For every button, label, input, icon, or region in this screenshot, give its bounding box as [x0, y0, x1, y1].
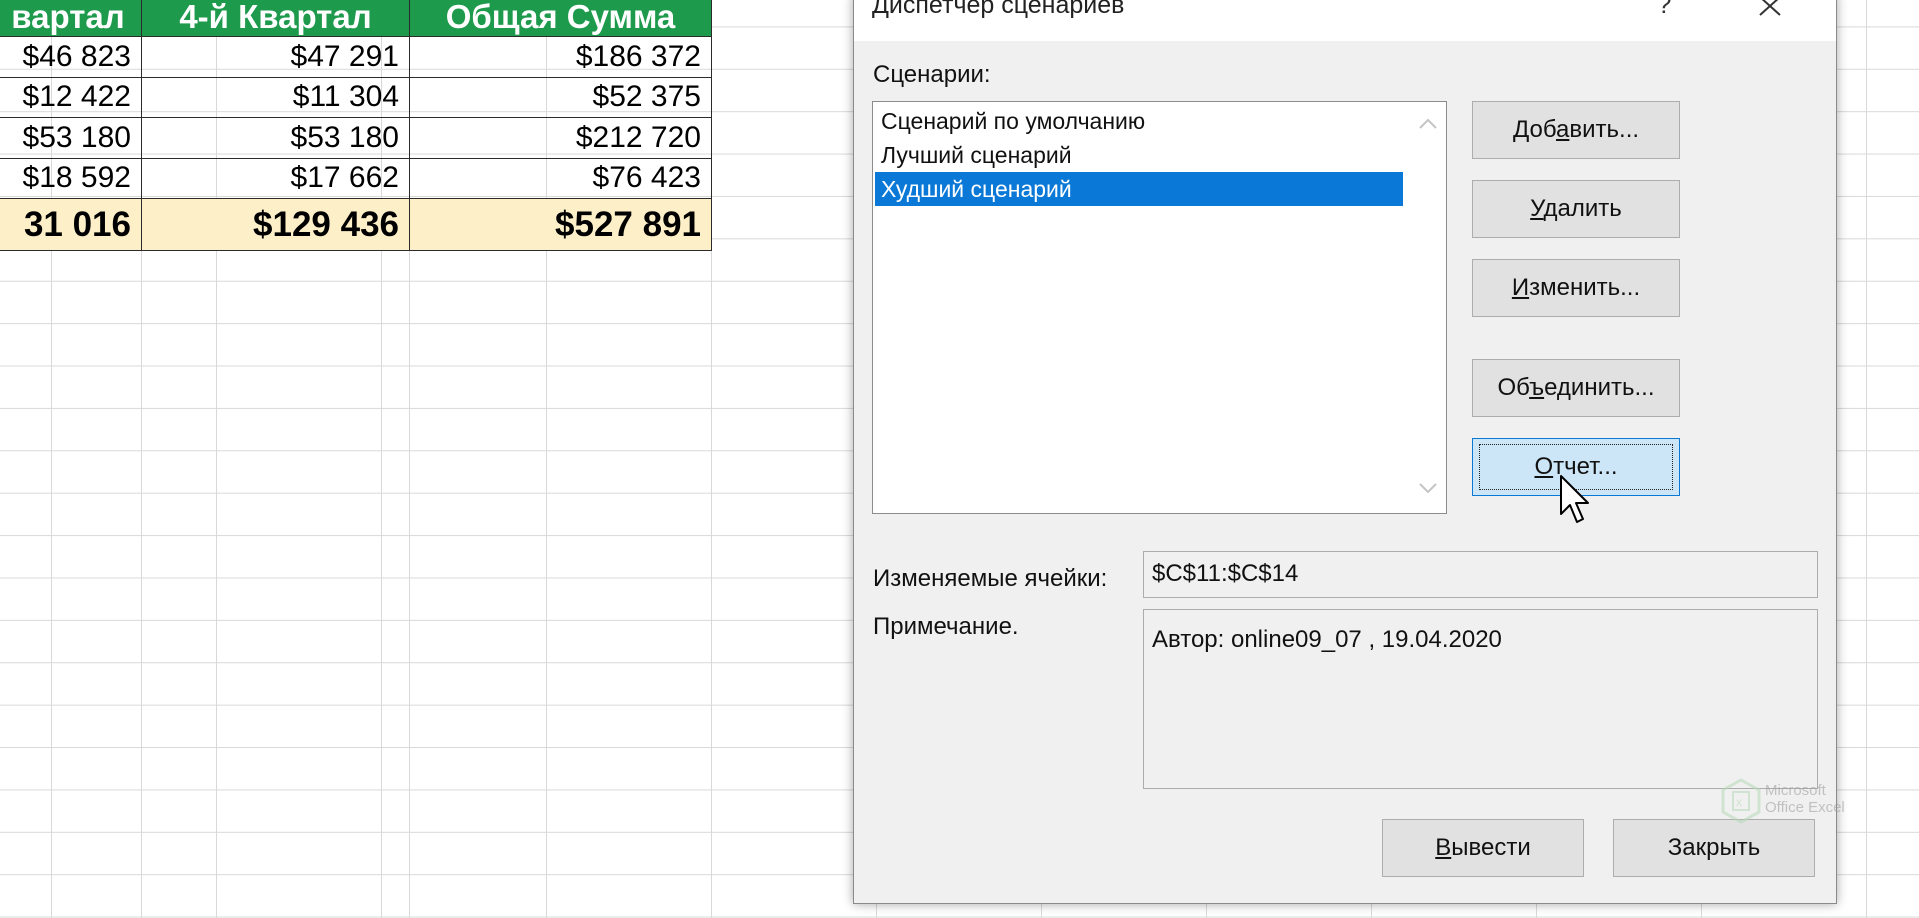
header-row: вартал 4-й Квартал Общая Сумма: [0, 0, 712, 37]
scroll-up-icon[interactable]: [1416, 114, 1440, 134]
data-table: вартал 4-й Квартал Общая Сумма $46 823 $…: [0, 0, 712, 251]
svg-text:x: x: [1736, 795, 1742, 809]
cell[interactable]: $52 375: [409, 76, 712, 118]
merge-button[interactable]: Объединить...: [1472, 359, 1680, 417]
changing-cells-label: Изменяемые ячейки:: [873, 565, 1108, 592]
cell[interactable]: $46 823: [0, 36, 142, 78]
watermark-text: Microsoft Office Excel: [1765, 782, 1845, 816]
list-item-selected[interactable]: Худший сценарий: [875, 172, 1403, 206]
show-button-accel: В: [1435, 834, 1452, 861]
delete-button-label-rest: далить: [1543, 195, 1622, 222]
watermark-line: Office Excel: [1765, 799, 1845, 816]
cell[interactable]: $76 423: [409, 157, 712, 199]
table-row: $12 422 $11 304 $52 375: [0, 76, 712, 118]
comment-field[interactable]: Автор: online09_07 , 19.04.2020: [1143, 609, 1818, 789]
header-cell[interactable]: 4-й Квартал: [141, 0, 410, 37]
mouse-cursor-icon: [1560, 475, 1589, 523]
table-row: $18 592 $17 662 $76 423: [0, 157, 712, 199]
edit-button-label-rest: зменить...: [1529, 274, 1641, 301]
total-cell[interactable]: $527 891: [409, 198, 712, 251]
show-button-label-rest: ывести: [1451, 834, 1531, 861]
excel-logo-icon: x: [1721, 778, 1761, 824]
help-button[interactable]: ?: [1657, 0, 1671, 20]
scenarios-list[interactable]: Сценарий по умолчанию Лучший сценарий Ху…: [872, 101, 1447, 514]
scenario-manager-dialog: Диспетчер сценариев ? Сценарии: Сценарий…: [853, 0, 1837, 904]
show-button[interactable]: Вывести: [1382, 819, 1584, 877]
title-bar[interactable]: Диспетчер сценариев ?: [854, 0, 1836, 41]
list-item[interactable]: Сценарий по умолчанию: [875, 104, 1403, 138]
cell[interactable]: $212 720: [409, 117, 712, 159]
delete-button[interactable]: Удалить: [1472, 180, 1680, 238]
cell[interactable]: $17 662: [141, 157, 410, 199]
total-cell[interactable]: $129 436: [141, 198, 410, 251]
changing-cells-value: $C$11:$C$14: [1152, 560, 1299, 587]
scenarios-label: Сценарии:: [873, 61, 991, 88]
comment-label: Примечание.: [873, 613, 1019, 640]
comment-value: Автор: online09_07 , 19.04.2020: [1152, 626, 1502, 653]
edit-button-accel: И: [1511, 274, 1530, 301]
cell[interactable]: $53 180: [0, 117, 142, 159]
delete-button-accel: У: [1530, 195, 1544, 222]
list-item[interactable]: Лучший сценарий: [875, 138, 1403, 172]
add-button-label: Доб: [1512, 116, 1557, 143]
cell[interactable]: $11 304: [141, 76, 410, 118]
total-row: 31 016 $129 436 $527 891: [0, 198, 712, 251]
add-button[interactable]: Добавить...: [1472, 101, 1680, 159]
cell[interactable]: $18 592: [0, 157, 142, 199]
table-row: $53 180 $53 180 $212 720: [0, 117, 712, 159]
report-button-accel: О: [1534, 453, 1554, 480]
cell[interactable]: $186 372: [409, 36, 712, 78]
total-cell[interactable]: 31 016: [0, 198, 142, 251]
close-icon[interactable]: [1750, 0, 1790, 27]
header-cell[interactable]: Общая Сумма: [409, 0, 712, 37]
header-cell[interactable]: вартал: [0, 0, 142, 37]
merge-button-accel: ъ: [1529, 374, 1545, 401]
watermark-line: Microsoft: [1765, 782, 1826, 799]
dialog-title: Диспетчер сценариев: [872, 0, 1125, 19]
merge-button-label: Об: [1497, 374, 1530, 401]
changing-cells-field[interactable]: $C$11:$C$14: [1143, 551, 1818, 598]
watermark: x Microsoft Office Excel: [1721, 778, 1871, 830]
scroll-down-icon[interactable]: [1416, 478, 1440, 498]
add-button-label-rest: вить...: [1569, 116, 1640, 143]
edit-button[interactable]: Изменить...: [1472, 259, 1680, 317]
cell[interactable]: $47 291: [141, 36, 410, 78]
cell[interactable]: $12 422: [0, 76, 142, 118]
table-row: $46 823 $47 291 $186 372: [0, 36, 712, 78]
add-button-accel: а: [1556, 116, 1570, 143]
merge-button-label-rest: единить...: [1544, 374, 1655, 401]
cell[interactable]: $53 180: [141, 117, 410, 159]
